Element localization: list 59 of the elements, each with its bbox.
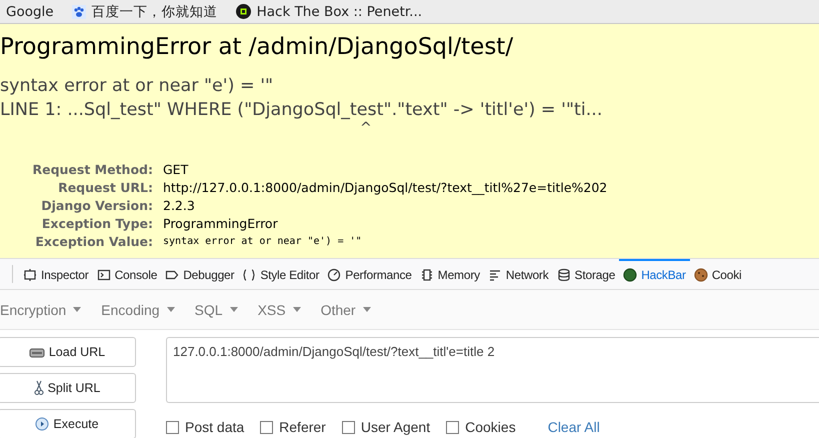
summary-label: Exception Value: — [34, 234, 153, 249]
hackbar-menu[interactable]: Encryption — [0, 302, 82, 318]
option-checkbox[interactable]: Referer — [260, 419, 326, 435]
hackbar-menu[interactable]: XSS — [258, 302, 301, 318]
devtools-tab[interactable]: Debugger — [161, 259, 238, 289]
console-icon — [96, 268, 111, 282]
option-checkbox[interactable]: Cookies — [446, 419, 516, 435]
cookie-icon — [694, 268, 708, 282]
error-message: syntax error at or near "e') = '" — [0, 75, 274, 98]
caret-icon — [362, 307, 371, 312]
scissors-icon — [34, 380, 44, 396]
devtools-tab[interactable]: Style Editor — [238, 259, 324, 289]
devtools-tab[interactable]: Inspector — [19, 259, 93, 289]
play-icon — [35, 417, 50, 431]
caret-icon — [230, 307, 238, 312]
summary-label: Request Method: — [31, 162, 153, 177]
summary-value: GET — [163, 162, 190, 177]
tag-icon — [165, 268, 180, 282]
drive-icon — [28, 346, 45, 358]
option-checkbox[interactable]: User Agent — [342, 419, 430, 435]
bookmark[interactable]: Google — [6, 4, 54, 20]
caret-icon — [73, 307, 82, 312]
frame-icon — [23, 268, 37, 282]
summary-label: Exception Type: — [40, 216, 153, 231]
hackbar-menu[interactable]: SQL — [194, 302, 238, 318]
devtools-tab[interactable]: Storage — [552, 259, 620, 289]
bookmark[interactable]: 百度一下，你就知道 — [72, 2, 218, 20]
summary-label: Request URL: — [57, 180, 153, 195]
devtools-tab[interactable]: Performance — [323, 259, 416, 289]
clear-all-link[interactable]: Clear All — [548, 419, 600, 435]
error-line: LINE 1: ...Sql_test" WHERE ("DjangoSql_test"."text" -> 'titl'e') = '"ti... — [0, 99, 604, 122]
action-button[interactable]: Execute — [0, 409, 136, 438]
url-field[interactable]: 127.0.0.1:8000/admin/DjangoSql/test/?text__titl'e=title 2 — [166, 337, 819, 403]
gauge-icon — [327, 268, 342, 282]
action-button[interactable]: Load URL — [0, 337, 136, 367]
bookmark[interactable]: Hack The Box :: Penetr... — [236, 4, 422, 20]
braces-icon — [242, 268, 256, 282]
devtools-tab[interactable]: Console — [92, 259, 162, 289]
summary-label: Django Version: — [40, 198, 153, 213]
devtools-tab[interactable]: Cooki — [690, 259, 746, 289]
caret-icon — [292, 307, 301, 312]
caret-icon — [166, 307, 175, 312]
summary-value: 2.2.3 — [163, 198, 196, 213]
action-button[interactable]: Split URL — [0, 373, 136, 403]
error-title: ProgrammingError at /admin/DjangoSql/test/ — [0, 34, 514, 60]
option-checkbox[interactable]: Post data — [166, 419, 244, 435]
devtools-tab[interactable]: Memory — [416, 259, 484, 289]
summary-value: syntax error at or near "e') = '" — [163, 236, 363, 247]
list-icon — [488, 268, 502, 282]
chip-icon — [420, 268, 434, 282]
error-caret: ^ — [360, 122, 373, 136]
cube-icon — [236, 4, 251, 19]
devtools-tab[interactable]: Network — [484, 259, 553, 289]
paw-icon — [72, 4, 86, 18]
summary-value: http://127.0.0.1:8000/admin/DjangoSql/test/?text__titl%27e=title%202 — [163, 180, 608, 195]
hackbar-menu[interactable]: Other — [320, 302, 371, 318]
database-icon — [556, 268, 571, 282]
summary-value: ProgrammingError — [163, 216, 279, 231]
hackbar-menu[interactable]: Encoding — [101, 302, 175, 318]
